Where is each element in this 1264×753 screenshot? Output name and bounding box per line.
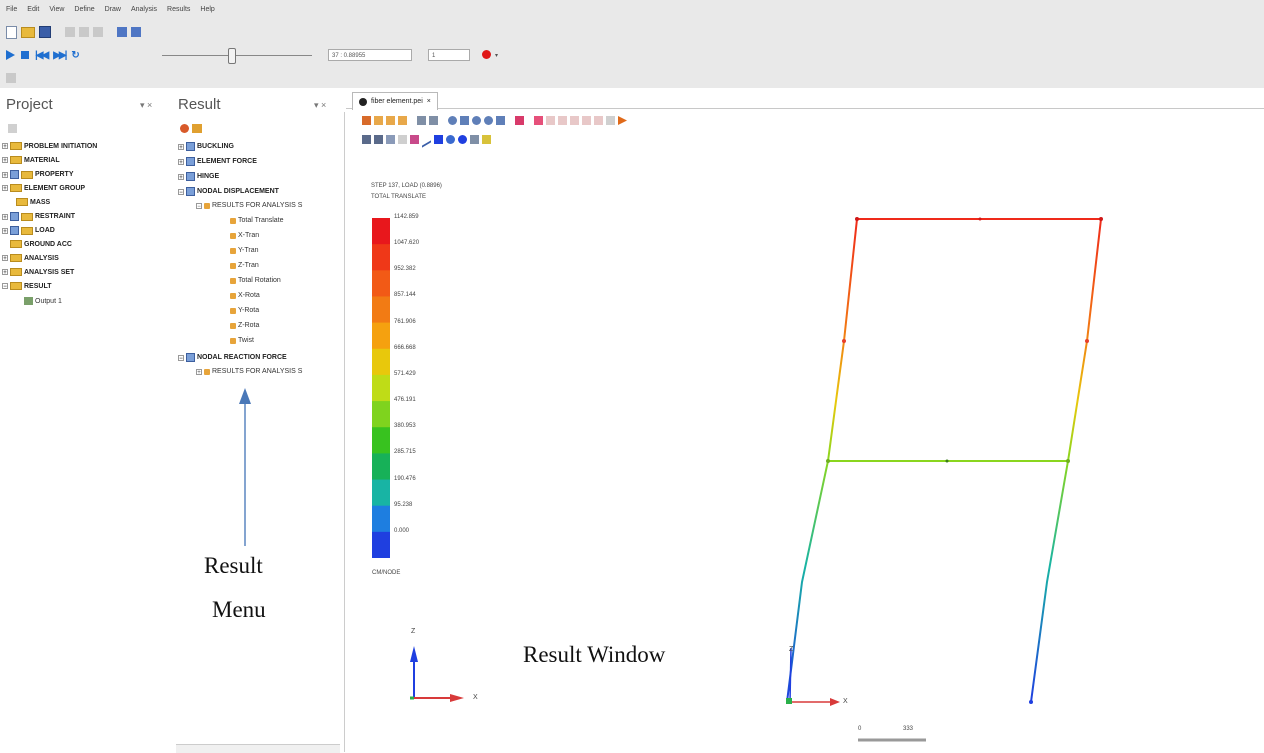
support-axis-x-arrow — [830, 698, 840, 706]
support-axis-z — [789, 647, 792, 703]
annotation-result-window: Result Window — [523, 642, 666, 667]
node — [1099, 217, 1103, 221]
global-axis-x-arrow — [450, 694, 464, 702]
support-axis-x-label: X — [843, 698, 848, 705]
node — [1029, 700, 1033, 704]
global-axis-x-label: X — [473, 694, 478, 701]
frame-model-view — [410, 217, 1103, 742]
global-axis-z-label: Z — [411, 628, 416, 635]
node — [1085, 339, 1089, 343]
node — [1066, 459, 1070, 463]
node — [842, 339, 846, 343]
node — [826, 459, 830, 463]
scale-bar-end: 333 — [903, 726, 914, 732]
support-marker — [786, 698, 792, 704]
node — [855, 217, 859, 221]
node — [945, 459, 949, 463]
scale-bar-start: 0 — [858, 726, 862, 732]
support-axis-z-label: Z — [789, 646, 794, 653]
node — [978, 217, 982, 221]
global-axis-z-arrow — [410, 646, 418, 662]
